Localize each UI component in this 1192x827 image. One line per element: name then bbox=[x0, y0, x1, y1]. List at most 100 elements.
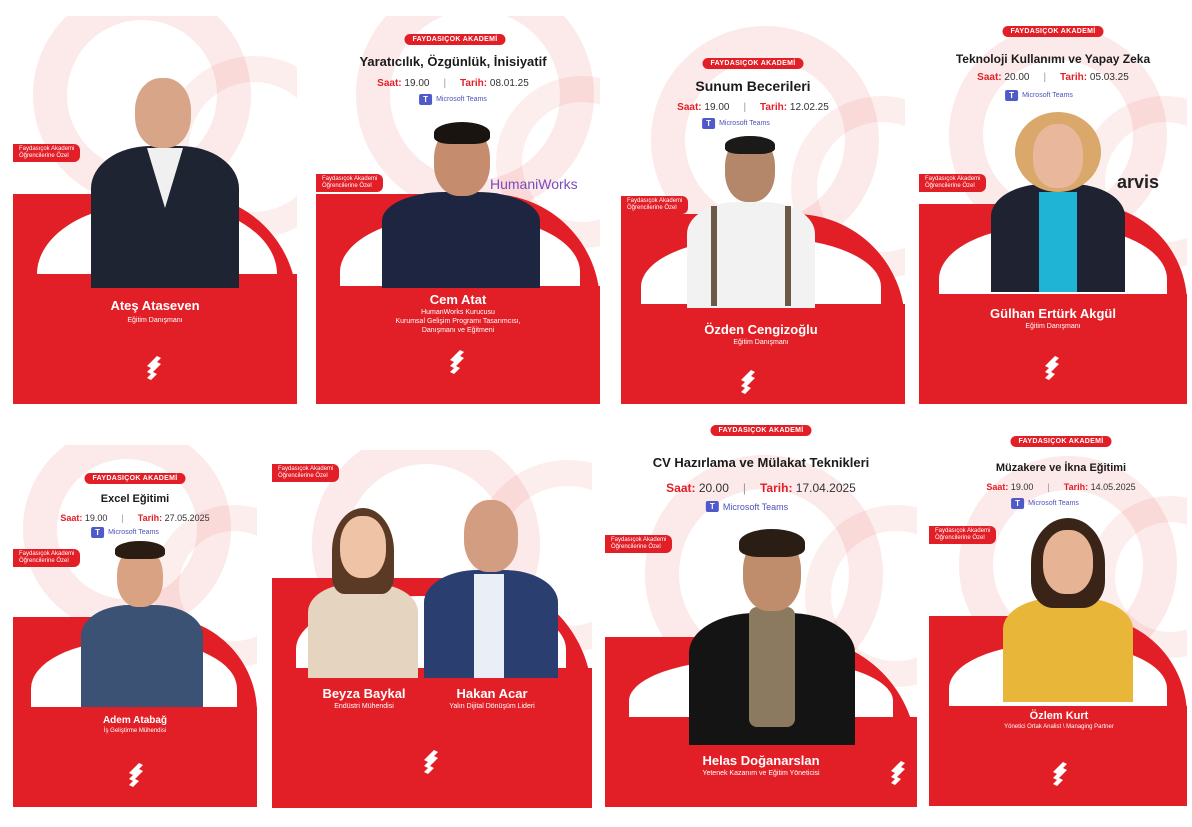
event-time-date: Saat: 20.00 | Tarih: 05.03.25 bbox=[977, 72, 1129, 83]
ribbon-line: Faydasıçok Akademi bbox=[322, 176, 378, 182]
academy-logo-icon bbox=[891, 761, 905, 785]
red-footer-panel bbox=[13, 274, 297, 404]
speaker-name: Helas Doğanarslan bbox=[702, 753, 820, 768]
ribbon-line: Faydasıçok Akademi bbox=[935, 528, 991, 534]
academy-ribbon: Faydasıçok Akademi Öğrencilerine Özel bbox=[316, 174, 384, 192]
ribbon-line: Öğrencilerine Özel bbox=[322, 183, 372, 189]
speaker-role: Yalın Dijital Dönüşüm Lideri bbox=[449, 703, 535, 710]
brand-badge: FAYDASIÇOK AKADEMİ bbox=[710, 425, 812, 436]
academy-logo-icon bbox=[1045, 356, 1059, 380]
speaker-role: Danışmanı ve Eğitmeni bbox=[421, 327, 495, 334]
red-footer-panel bbox=[272, 668, 592, 808]
event-title: Müzakere ve İkna Eğitimi bbox=[995, 462, 1127, 474]
ribbon-line: Öğrencilerine Özel bbox=[611, 544, 661, 550]
ribbon-line: Öğrencilerine Özel bbox=[19, 558, 69, 564]
speaker-name: Hakan Acar bbox=[456, 686, 528, 701]
speaker-name: Adem Atabağ bbox=[102, 715, 168, 726]
speaker-photo bbox=[1003, 518, 1133, 702]
brand-badge: FAYDASIÇOK AKADEMİ bbox=[404, 34, 506, 45]
speaker-name: Cem Atat bbox=[429, 292, 487, 307]
event-card-helas-doganarslan[interactable]: FAYDASIÇOK AKADEMİ CV Hazırlama ve Mülak… bbox=[605, 415, 917, 807]
speaker-role: Endüstri Mühendisi bbox=[334, 703, 394, 710]
red-footer-panel bbox=[621, 304, 905, 404]
speaker-photo bbox=[991, 112, 1125, 292]
academy-logo-icon bbox=[424, 750, 438, 774]
event-card-beyza-baykal-hakan-acar[interactable]: Faydasıçok Akademi Öğrencilerine Özel Be… bbox=[272, 450, 592, 808]
speaker-name: Özden Cengizoğlu bbox=[704, 322, 818, 337]
speaker-photo bbox=[81, 541, 203, 707]
ribbon-line: Öğrencilerine Özel bbox=[19, 153, 69, 159]
academy-logo-icon bbox=[147, 356, 161, 380]
academy-logo-icon bbox=[129, 763, 143, 787]
speaker-photo bbox=[689, 529, 855, 745]
event-card-gulhan-erturk-akgul[interactable]: FAYDASIÇOK AKADEMİ Teknoloji Kullanımı v… bbox=[919, 16, 1187, 404]
speaker-name: Özlem Kurt bbox=[1029, 710, 1089, 722]
speaker-name: Beyza Baykal bbox=[322, 686, 406, 701]
academy-ribbon: Faydasıçok Akademi Öğrencilerine Özel bbox=[13, 549, 81, 567]
speaker-role: İş Geliştirme Mühendisi bbox=[103, 728, 167, 734]
microsoft-teams-badge: T Microsoft Teams bbox=[419, 94, 487, 105]
academy-logo-icon bbox=[450, 350, 464, 374]
speaker-role: Kurumsal Gelişim Programı Tasarımcısı, bbox=[395, 318, 521, 325]
speaker-name: Gülhan Ertürk Akgül bbox=[990, 306, 1116, 321]
microsoft-teams-badge: T Microsoft Teams bbox=[1005, 90, 1073, 101]
speaker-role: Yetenek Kazanım ve Eğitim Yöneticisi bbox=[702, 770, 820, 777]
speaker-photo bbox=[91, 78, 239, 288]
ribbon-line: Öğrencilerine Özel bbox=[627, 205, 677, 211]
academy-ribbon: Faydasıçok Akademi Öğrencilerine Özel bbox=[605, 535, 673, 553]
speaker-role: Eğitim Danışmanı bbox=[127, 317, 183, 324]
speaker-photo bbox=[687, 136, 815, 308]
microsoft-teams-badge: T Microsoft Teams bbox=[702, 118, 770, 129]
academy-ribbon: Faydasıçok Akademi Öğrencilerine Özel bbox=[272, 464, 340, 482]
ribbon-line: Faydasıçok Akademi bbox=[611, 537, 667, 543]
event-card-ates-ataseven[interactable]: Faydasıçok Akademi Öğrencilerine Özel At… bbox=[13, 16, 297, 404]
teams-icon: T bbox=[419, 94, 433, 105]
microsoft-teams-badge: T Microsoft Teams bbox=[91, 527, 159, 538]
microsoft-teams-badge: T Microsoft Teams bbox=[705, 501, 788, 512]
event-time-date: Saat: 20.00 | Tarih: 17.04.2025 bbox=[666, 481, 856, 495]
brand-badge: FAYDASIÇOK AKADEMİ bbox=[84, 473, 186, 484]
ribbon-line: Faydasıçok Akademi bbox=[19, 146, 75, 152]
ribbon-line: Faydasıçok Akademi bbox=[278, 466, 334, 472]
event-title: Excel Eğitimi bbox=[100, 493, 170, 505]
academy-ribbon: Faydasıçok Akademi Öğrencilerine Özel bbox=[919, 174, 987, 192]
event-time-date: Saat: 19.00 | Tarih: 08.01.25 bbox=[377, 78, 529, 89]
microsoft-teams-badge: T Microsoft Teams bbox=[1011, 498, 1079, 509]
academy-ribbon: Faydasıçok Akademi Öğrencilerine Özel bbox=[929, 526, 997, 544]
teams-icon: T bbox=[1005, 90, 1019, 101]
event-card-ozden-cengizoglu[interactable]: FAYDASIÇOK AKADEMİ Sunum Becerileri Saat… bbox=[621, 16, 905, 404]
speaker-role: HumanWorks Kurucusu bbox=[421, 309, 495, 316]
teams-icon: T bbox=[1011, 498, 1025, 509]
ribbon-line: Faydasıçok Akademi bbox=[627, 198, 683, 204]
teams-icon: T bbox=[91, 527, 105, 538]
ribbon-line: Öğrencilerine Özel bbox=[925, 183, 975, 189]
academy-logo-icon bbox=[1053, 762, 1067, 786]
event-title: Sunum Becerileri bbox=[695, 78, 811, 94]
speaker-photo bbox=[424, 500, 558, 678]
brand-badge: FAYDASIÇOK AKADEMİ bbox=[702, 58, 804, 69]
event-title: Teknoloji Kullanımı ve Yapay Zeka bbox=[955, 52, 1151, 66]
ribbon-line: Faydasıçok Akademi bbox=[19, 551, 75, 557]
academy-logo-icon bbox=[741, 370, 755, 394]
speaker-name: Ateş Ataseven bbox=[110, 298, 200, 313]
brand-badge: FAYDASIÇOK AKADEMİ bbox=[1010, 436, 1112, 447]
ribbon-line: Faydasıçok Akademi bbox=[925, 176, 981, 182]
event-time-date: Saat: 19.00 | Tarih: 12.02.25 bbox=[677, 102, 829, 113]
speaker-photo bbox=[308, 508, 418, 678]
ribbon-line: Öğrencilerine Özel bbox=[935, 535, 985, 541]
academy-ribbon: Faydasıçok Akademi Öğrencilerine Özel bbox=[13, 144, 81, 162]
speaker-role: Eğitim Danışmanı bbox=[1025, 323, 1081, 330]
event-card-cem-atat[interactable]: FAYDASIÇOK AKADEMİ Yaratıcılık, Özgünlük… bbox=[316, 16, 600, 404]
teams-icon: T bbox=[705, 501, 719, 512]
speaker-role: Eğitim Danışmanı bbox=[733, 339, 789, 346]
academy-ribbon: Faydasıçok Akademi Öğrencilerine Özel bbox=[621, 196, 689, 214]
event-card-ozlem-kurt[interactable]: FAYDASIÇOK AKADEMİ Müzakere ve İkna Eğit… bbox=[929, 426, 1187, 806]
speaker-role: Yönetici Ortak Analist \ Managing Partne… bbox=[1004, 724, 1114, 730]
event-time-date: Saat: 19.00 | Tarih: 14.05.2025 bbox=[986, 482, 1136, 492]
speaker-photo bbox=[382, 122, 540, 288]
brand-badge: FAYDASIÇOK AKADEMİ bbox=[1002, 26, 1104, 37]
ribbon-line: Öğrencilerine Özel bbox=[278, 473, 328, 479]
event-title: Yaratıcılık, Özgünlük, İnisiyatif bbox=[359, 54, 547, 69]
event-card-adem-atabag[interactable]: FAYDASIÇOK AKADEMİ Excel Eğitimi Saat: 1… bbox=[13, 445, 257, 807]
event-time-date: Saat: 19.00 | Tarih: 27.05.2025 bbox=[60, 513, 210, 523]
